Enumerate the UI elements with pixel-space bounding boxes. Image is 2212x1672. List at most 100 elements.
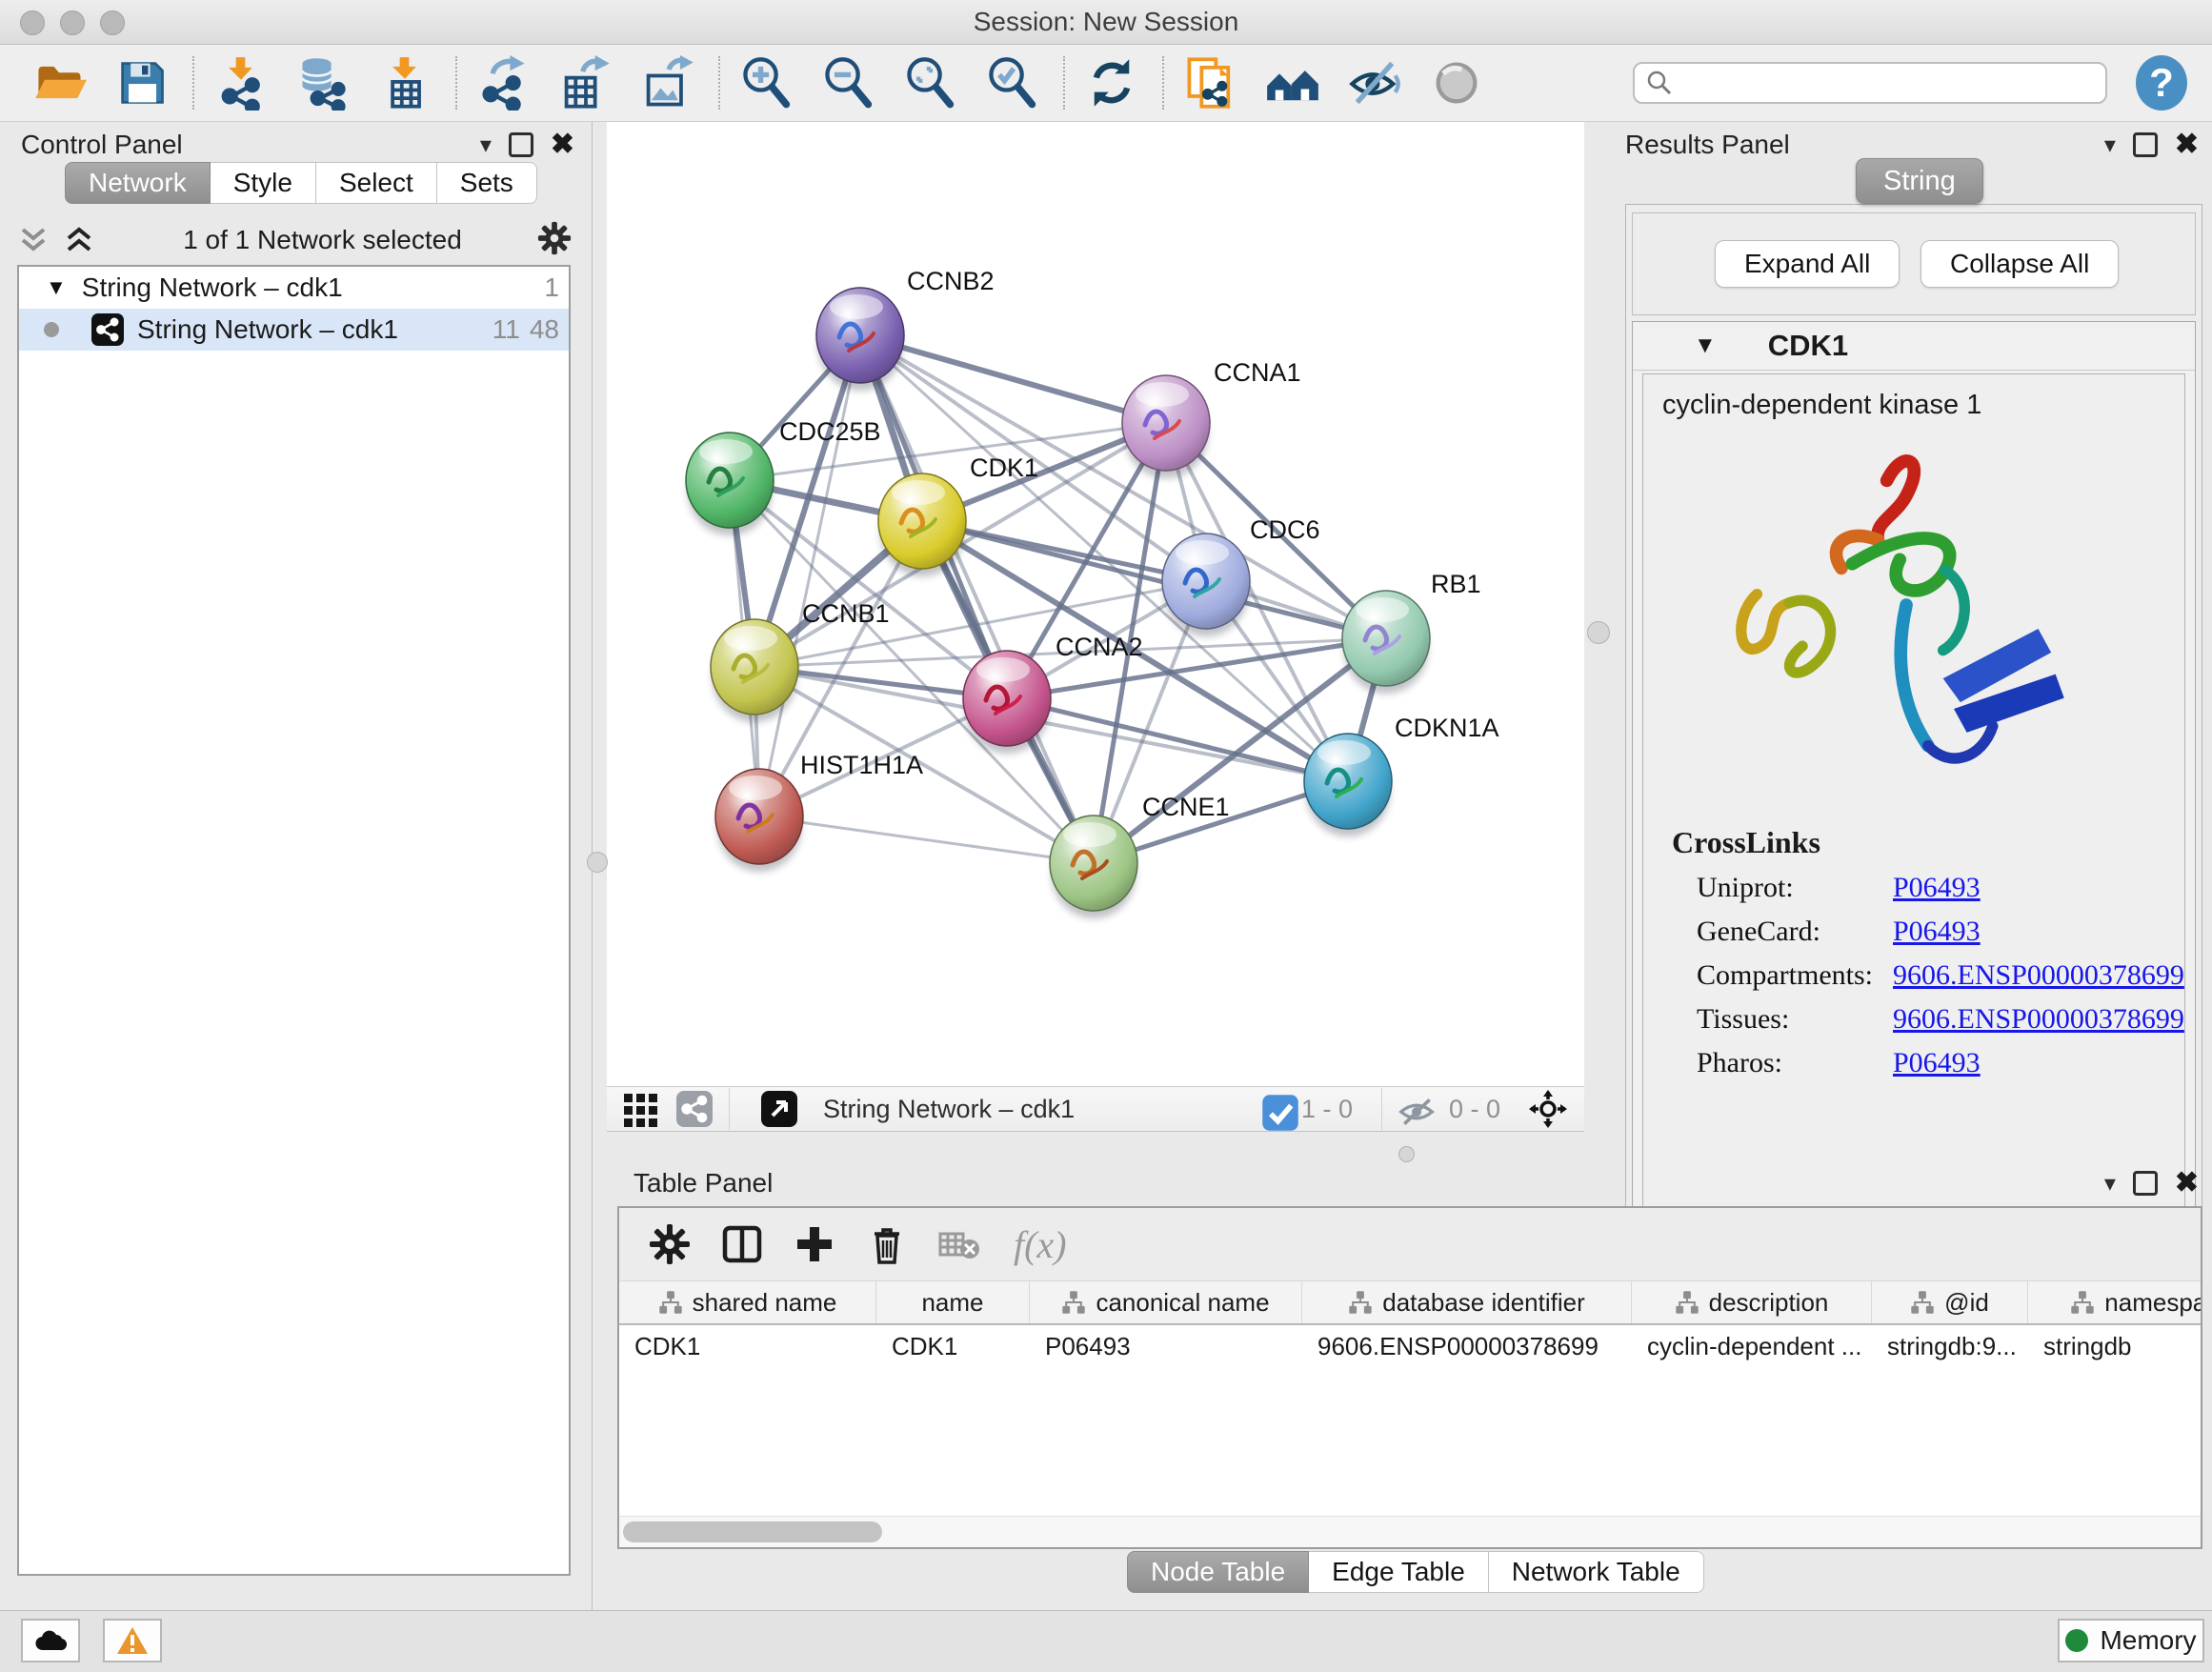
column-header-name[interactable]: name — [876, 1281, 1030, 1323]
crosslink-link[interactable]: P06493 — [1893, 916, 1981, 948]
grid-view-icon[interactable] — [622, 1090, 660, 1128]
crosslink-link[interactable]: 9606.ENSP00000378699 — [1893, 959, 2184, 992]
hidden-eye-icon[interactable] — [1398, 1093, 1439, 1125]
delete-column-icon[interactable] — [865, 1222, 909, 1266]
selected-checkbox-icon[interactable] — [1261, 1094, 1292, 1124]
node-CDC6[interactable]: CDC6 — [1162, 515, 1320, 636]
birds-eye-toggle-icon[interactable] — [1529, 1090, 1567, 1128]
tab-network-table[interactable]: Network Table — [1489, 1551, 1704, 1593]
cloud-button[interactable] — [21, 1619, 80, 1662]
import-table-from-file-icon[interactable] — [377, 55, 432, 111]
network-graph[interactable]: CCNB2CCNA1CDC25BCDK1CDC6RB1CCNB1CCNA2CDK… — [607, 122, 1584, 1086]
node-CCNE1[interactable]: CCNE1 — [1050, 793, 1230, 918]
column-header-canonical-name[interactable]: canonical name — [1030, 1281, 1302, 1323]
table-cell[interactable]: stringdb — [2028, 1325, 2202, 1367]
collapse-section-icon[interactable]: ▼ — [1694, 332, 1717, 359]
collapse-all-button[interactable]: Collapse All — [1920, 240, 2119, 288]
delete-table-icon[interactable] — [937, 1222, 981, 1266]
expand-all-icon[interactable] — [63, 226, 95, 254]
panel-menu-icon[interactable]: ▾ — [2104, 1170, 2116, 1198]
save-session-icon[interactable] — [114, 55, 170, 111]
node-RB1[interactable]: RB1 — [1342, 570, 1481, 694]
table-cell[interactable]: P06493 — [1030, 1325, 1302, 1367]
function-builder-button[interactable]: f(x) — [1014, 1222, 1067, 1267]
tab-network[interactable]: Network — [65, 162, 211, 204]
table-cell[interactable]: 9606.ENSP00000378699 — [1302, 1325, 1632, 1367]
export-table-icon[interactable] — [558, 55, 613, 111]
node-CCNB2[interactable]: CCNB2 — [816, 267, 995, 391]
warnings-button[interactable] — [103, 1619, 162, 1662]
node-CCNA1[interactable]: CCNA1 — [1122, 358, 1301, 478]
panel-menu-icon[interactable]: ▾ — [2104, 131, 2116, 159]
gene-section-header[interactable]: ▼ CDK1 — [1633, 322, 2195, 371]
crosslink-link[interactable]: P06493 — [1893, 1047, 1981, 1079]
close-panel-icon[interactable]: ✖ — [2175, 1174, 2199, 1193]
left-splitter-handle[interactable] — [587, 852, 608, 873]
node-HIST1H1A[interactable]: HIST1H1A — [715, 751, 923, 872]
network-options-gear-icon[interactable] — [536, 220, 573, 261]
scrollbar-thumb[interactable] — [623, 1521, 882, 1542]
help-button[interactable]: ? — [2136, 55, 2187, 111]
crosslink-link[interactable]: 9606.ENSP00000378699 — [1893, 1003, 2184, 1036]
first-neighbors-icon[interactable] — [1265, 55, 1320, 111]
tree-expand-icon[interactable]: ▼ — [46, 275, 67, 300]
column-header-database-identifier[interactable]: database identifier — [1302, 1281, 1632, 1323]
show-columns-icon[interactable] — [720, 1222, 764, 1266]
column-header-description[interactable]: description — [1632, 1281, 1872, 1323]
table-cell[interactable]: CDK1 — [876, 1325, 1030, 1367]
panel-menu-icon[interactable]: ▾ — [480, 131, 492, 159]
collapse-all-icon[interactable] — [17, 226, 50, 254]
node-CDKN1A[interactable]: CDKN1A — [1304, 714, 1499, 836]
column-header--id[interactable]: @id — [1872, 1281, 2028, 1323]
import-network-from-file-icon[interactable] — [213, 55, 269, 111]
apply-preferred-layout-icon[interactable] — [1084, 55, 1139, 111]
open-session-icon[interactable] — [32, 55, 88, 111]
edge-CCNB2-HIST1H1A[interactable] — [759, 335, 860, 816]
detach-view-icon[interactable] — [760, 1090, 798, 1128]
tab-style[interactable]: Style — [211, 162, 316, 204]
column-header-namespace[interactable]: namespace — [2028, 1281, 2202, 1323]
node-CDC25B[interactable]: CDC25B — [686, 417, 881, 535]
close-panel-icon[interactable]: ✖ — [551, 135, 574, 154]
tab-sets[interactable]: Sets — [437, 162, 537, 204]
network-canvas[interactable]: CCNB2CCNA1CDC25BCDK1CDC6RB1CCNB1CCNA2CDK… — [607, 122, 1584, 1086]
zoom-selected-icon[interactable] — [985, 55, 1040, 111]
network-collection-row[interactable]: ▼ String Network – cdk1 1 — [19, 267, 569, 309]
crosslink-link[interactable]: P06493 — [1893, 872, 1981, 904]
hide-selected-icon[interactable] — [1347, 55, 1402, 111]
network-row[interactable]: String Network – cdk1 11 48 — [19, 309, 569, 351]
memory-status-icon — [2065, 1629, 2088, 1652]
add-column-icon[interactable] — [793, 1222, 836, 1266]
column-header-shared-name[interactable]: shared name — [619, 1281, 876, 1323]
edge-CCNB2-CCNE1[interactable] — [860, 335, 1094, 863]
table-settings-gear-icon[interactable] — [648, 1222, 692, 1266]
tab-edge-table[interactable]: Edge Table — [1309, 1551, 1489, 1593]
close-panel-icon[interactable]: ✖ — [2175, 135, 2199, 154]
clone-network-icon[interactable] — [1183, 55, 1238, 111]
tab-select[interactable]: Select — [316, 162, 437, 204]
export-image-icon[interactable] — [640, 55, 695, 111]
network-view-icon[interactable] — [675, 1090, 714, 1128]
right-splitter-handle[interactable] — [1587, 621, 1610, 644]
table-row[interactable]: CDK1CDK1P064939606.ENSP00000378699cyclin… — [619, 1325, 2201, 1367]
table-cell[interactable]: stringdb:9... — [1872, 1325, 2028, 1367]
float-panel-icon[interactable] — [2133, 1171, 2158, 1196]
table-cell[interactable]: cyclin-dependent ... — [1632, 1325, 1872, 1367]
show-all-icon[interactable] — [1429, 55, 1484, 111]
zoom-in-icon[interactable] — [739, 55, 794, 111]
import-network-from-database-icon[interactable] — [295, 55, 351, 111]
search-input[interactable] — [1673, 68, 2086, 99]
horizontal-scrollbar[interactable] — [619, 1516, 2201, 1547]
zoom-out-icon[interactable] — [821, 55, 876, 111]
expand-all-button[interactable]: Expand All — [1715, 240, 1900, 288]
export-network-icon[interactable] — [476, 55, 532, 111]
float-panel-icon[interactable] — [509, 132, 533, 157]
edge-HIST1H1A-CCNE1[interactable] — [759, 816, 1094, 863]
zoom-fit-content-icon[interactable] — [903, 55, 958, 111]
memory-button[interactable]: Memory — [2058, 1619, 2204, 1662]
table-cell[interactable]: CDK1 — [619, 1325, 876, 1367]
horizontal-splitter-handle[interactable] — [1398, 1146, 1415, 1162]
float-panel-icon[interactable] — [2133, 132, 2158, 157]
tab-string[interactable]: String — [1856, 158, 1983, 204]
tab-node-table[interactable]: Node Table — [1127, 1551, 1309, 1593]
